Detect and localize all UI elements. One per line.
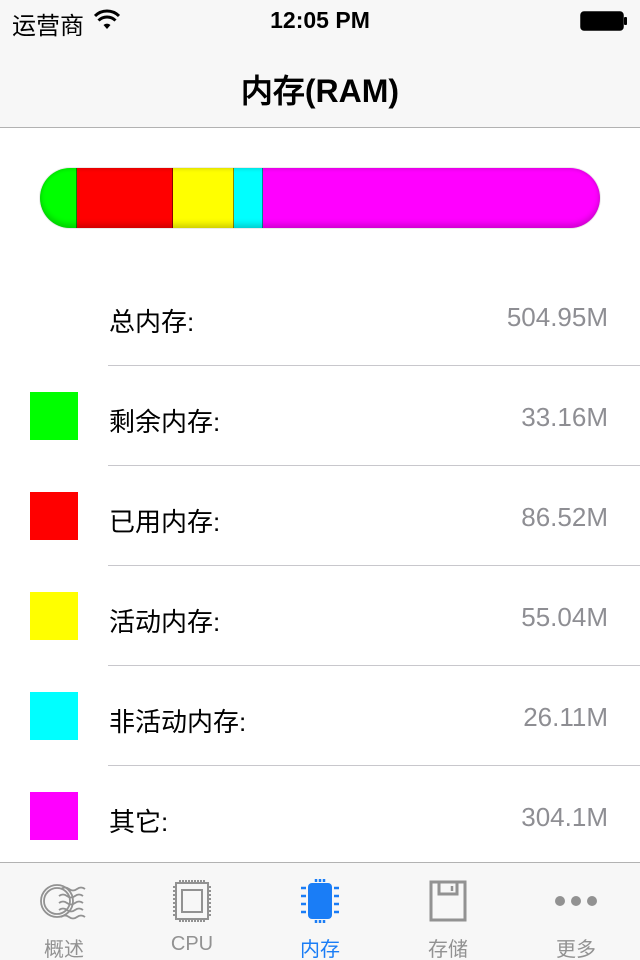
memory-list: 总内存: 504.95M 剩余内存: 33.16M 已用内存: 86.52M 活…: [0, 266, 640, 866]
navigation-bar: 内存(RAM): [0, 40, 640, 128]
active-memory-color-swatch: [30, 592, 78, 640]
memory-bar-segment-active: [172, 168, 234, 228]
memory-bar-segment-other: [262, 168, 600, 228]
tab-storage[interactable]: 存储: [384, 863, 512, 960]
other-memory-value: 304.1M: [521, 802, 608, 832]
tab-cpu-label: CPU: [170, 933, 214, 955]
used-memory-color-swatch: [30, 492, 78, 540]
tab-bar: 概述 CPU 内存 存储 更多: [0, 862, 640, 960]
more-dots-icon: [555, 896, 597, 906]
used-memory-value: 86.52M: [521, 502, 608, 532]
tab-overview-label: 概述: [44, 939, 84, 960]
status-time: 12:05 PM: [270, 7, 370, 33]
battery-full-icon: [580, 11, 627, 31]
free-memory-color-swatch: [30, 392, 78, 440]
tab-more-label: 更多: [556, 939, 596, 960]
memory-bar-segment-free: [40, 168, 77, 228]
status-bar: 运营商 12:05 PM: [0, 0, 640, 40]
memory-bar-segment-used: [76, 168, 173, 228]
list-item-total-memory: 总内存: 504.95M: [0, 266, 640, 366]
memory-bar-segment-inactive: [233, 168, 263, 228]
inactive-memory-color-swatch: [30, 692, 78, 740]
list-item-free-memory: 剩余内存: 33.16M: [0, 366, 640, 466]
tab-overview[interactable]: 概述: [0, 863, 128, 960]
overview-stamp-icon: [40, 884, 86, 920]
free-memory-label: 剩余内存:: [109, 407, 221, 437]
inactive-memory-label: 非活动内存:: [109, 707, 247, 737]
floppy-disk-icon: [429, 880, 467, 922]
memory-chip-icon: [301, 879, 339, 923]
other-memory-label: 其它:: [109, 807, 169, 837]
used-memory-label: 已用内存:: [109, 507, 221, 537]
list-item-other-memory: 其它: 304.1M: [0, 766, 640, 866]
inactive-memory-value: 26.11M: [523, 702, 608, 732]
page-title: 内存(RAM): [240, 73, 400, 109]
total-memory-value: 504.95M: [506, 302, 608, 332]
list-item-used-memory: 已用内存: 86.52M: [0, 466, 640, 566]
tab-storage-label: 存储: [428, 939, 468, 960]
tab-cpu[interactable]: CPU: [128, 863, 256, 960]
active-memory-label: 活动内存:: [109, 607, 221, 637]
tab-memory[interactable]: 内存: [256, 863, 384, 960]
tab-more[interactable]: 更多: [512, 863, 640, 960]
other-memory-color-swatch: [30, 792, 78, 840]
tab-memory-label: 内存: [300, 939, 340, 960]
active-memory-value: 55.04M: [521, 602, 608, 632]
total-memory-label: 总内存:: [109, 307, 195, 337]
cpu-chip-icon: [173, 880, 211, 922]
list-item-active-memory: 活动内存: 55.04M: [0, 566, 640, 666]
list-item-inactive-memory: 非活动内存: 26.11M: [0, 666, 640, 766]
memory-usage-bar: [40, 168, 600, 228]
free-memory-value: 33.16M: [521, 402, 608, 432]
